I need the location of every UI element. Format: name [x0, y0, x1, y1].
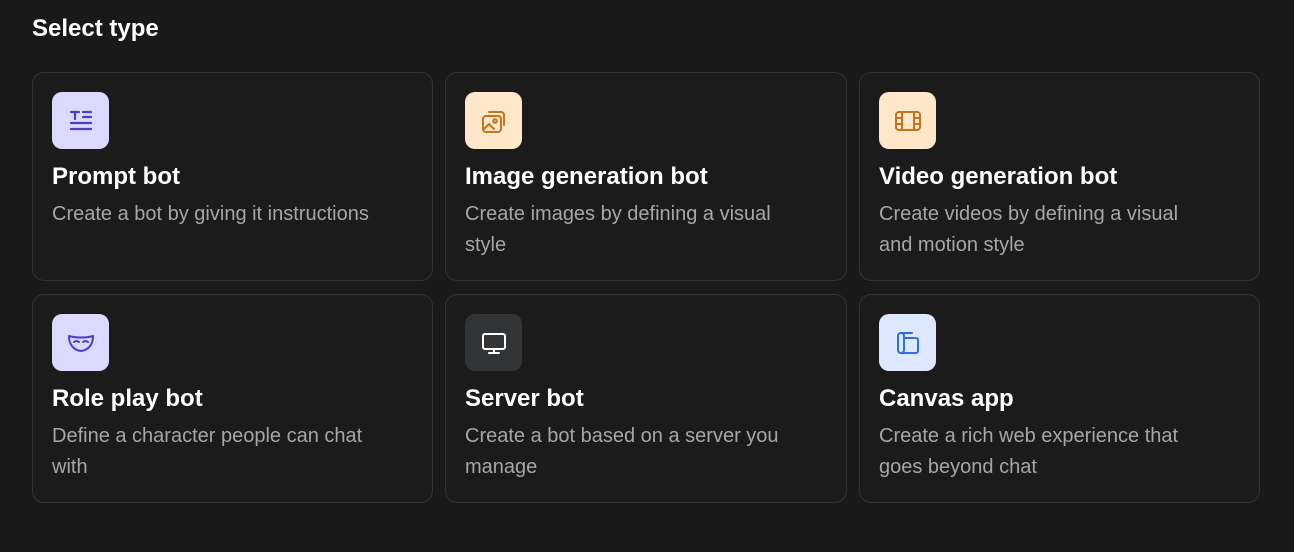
card-icon-box — [465, 92, 522, 149]
card-title: Video generation bot — [879, 163, 1118, 190]
canvas-icon — [893, 328, 923, 358]
card-role-play-bot[interactable]: Role play bot Define a character people … — [32, 294, 433, 503]
card-icon-box — [465, 314, 522, 371]
film-icon — [893, 106, 923, 136]
card-description: Define a character people can chat with — [52, 425, 363, 478]
card-prompt-bot[interactable]: Prompt bot Create a bot by giving it ins… — [32, 72, 433, 281]
card-server-bot[interactable]: Server bot Create a bot based on a serve… — [445, 294, 847, 503]
card-title: Role play bot — [52, 385, 203, 412]
card-canvas-app[interactable]: Canvas app Create a rich web experience … — [859, 294, 1260, 503]
card-description: Create videos by defining a visual and m… — [879, 203, 1179, 256]
page-title: Select type — [32, 15, 159, 42]
text-lines-icon — [67, 107, 95, 135]
card-title: Prompt bot — [52, 163, 180, 190]
card-description: Create a rich web experience that goes b… — [879, 425, 1179, 478]
mask-icon — [66, 328, 96, 358]
card-description: Create a bot by giving it instructions — [52, 203, 369, 225]
card-title: Canvas app — [879, 385, 1014, 412]
card-description: Create a bot based on a server you manag… — [465, 425, 779, 478]
image-stack-icon — [479, 106, 509, 136]
bot-type-grid: Prompt bot Create a bot by giving it ins… — [32, 72, 1260, 503]
card-description: Create images by defining a visual style — [465, 203, 771, 256]
card-icon-box — [52, 92, 109, 149]
card-icon-box — [52, 314, 109, 371]
card-icon-box — [879, 92, 936, 149]
card-title: Image generation bot — [465, 163, 708, 190]
card-icon-box — [879, 314, 936, 371]
monitor-icon — [479, 328, 509, 358]
card-image-generation-bot[interactable]: Image generation bot Create images by de… — [445, 72, 847, 281]
card-title: Server bot — [465, 385, 584, 412]
card-video-generation-bot[interactable]: Video generation bot Create videos by de… — [859, 72, 1260, 281]
